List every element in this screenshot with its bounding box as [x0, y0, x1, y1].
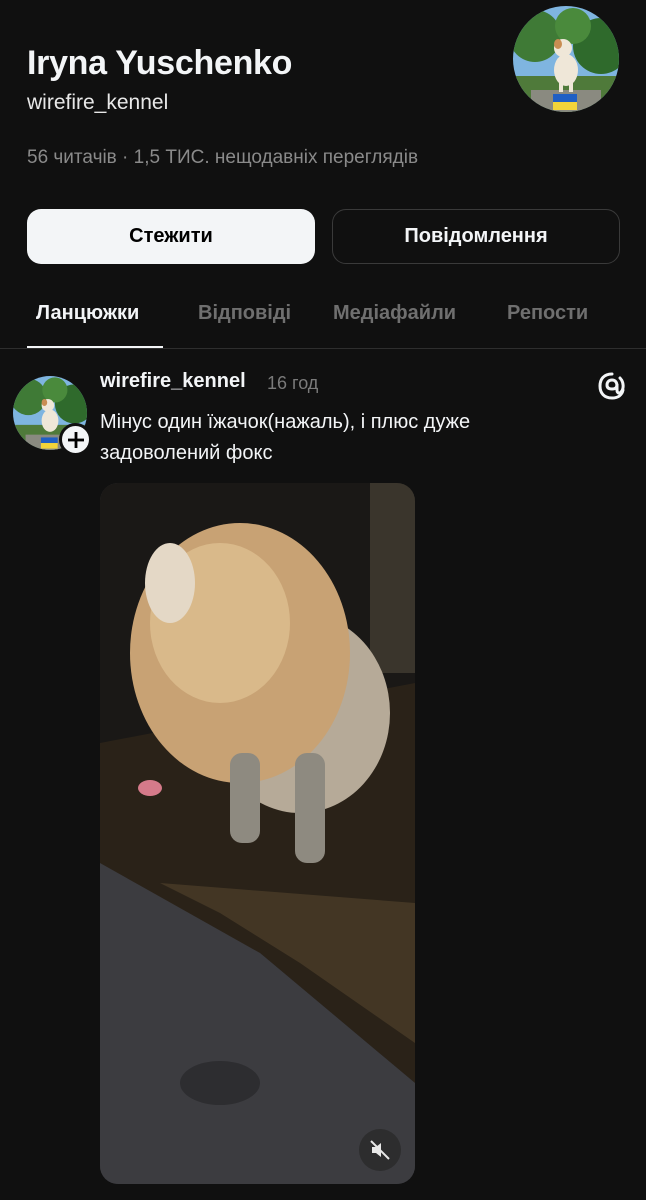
profile-avatar[interactable]: [513, 6, 619, 112]
post-text-line: задоволений фокс: [100, 442, 273, 464]
active-tab-indicator: [27, 346, 163, 348]
dog-avatar-icon: [513, 6, 619, 112]
fox-terrier-photo: [100, 483, 415, 1184]
tab-replies[interactable]: Відповіді: [198, 302, 291, 325]
message-button[interactable]: Повідомлення: [332, 209, 620, 264]
profile-handle[interactable]: wirefire_kennel: [27, 91, 168, 115]
post-timestamp: 16 год: [267, 373, 319, 393]
profile-tabs: Ланцюжки Відповіді Медіафайли Репости: [0, 290, 646, 349]
tab-threads[interactable]: Ланцюжки: [36, 302, 139, 325]
follow-plus-button[interactable]: [59, 423, 92, 456]
profile-name: Iryna Yuschenko: [27, 44, 293, 82]
tab-reposts[interactable]: Репости: [507, 302, 588, 325]
profile-page: Iryna Yuschenko wirefire_kennel 56 читач…: [0, 0, 646, 1200]
profile-stats[interactable]: 56 читачів · 1,5 ТИС. нещодавніх перегля…: [27, 147, 418, 169]
post-media[interactable]: [100, 483, 415, 1184]
post-author[interactable]: wirefire_kennel: [100, 370, 246, 393]
tab-media[interactable]: Медіафайли: [333, 302, 456, 325]
follow-button[interactable]: Стежити: [27, 209, 315, 264]
speaker-muted-icon: [370, 1140, 390, 1160]
plus-icon: [67, 431, 84, 448]
post-text-line: Мінус один їжачок(нажаль), і плюс дуже: [100, 411, 471, 433]
post-text: Мінус один їжачок(нажаль), і плюс дуже з…: [100, 407, 600, 469]
threads-logo-icon[interactable]: [596, 370, 628, 402]
mute-button[interactable]: [359, 1129, 401, 1171]
